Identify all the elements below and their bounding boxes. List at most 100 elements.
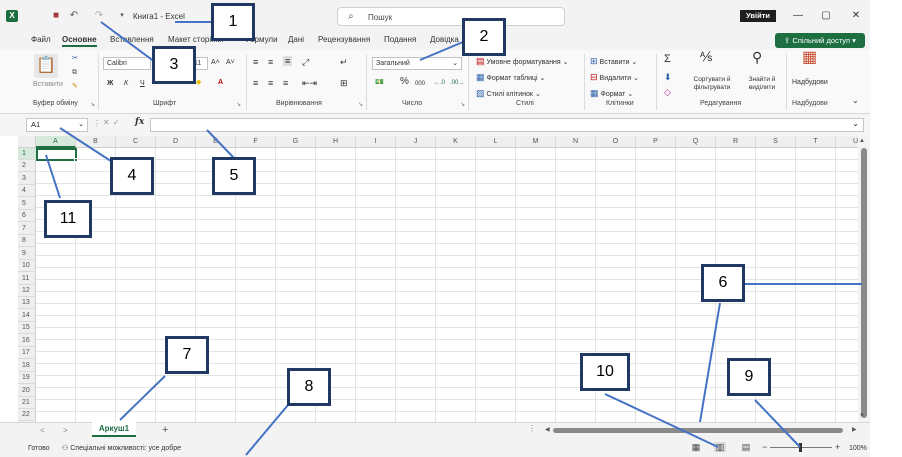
row-header[interactable]: 10 bbox=[18, 260, 36, 273]
increase-decimal-icon[interactable]: ←.0 bbox=[434, 78, 445, 88]
sort-filter-icon[interactable]: ⅍ bbox=[700, 50, 712, 63]
row-header[interactable]: 12 bbox=[18, 285, 36, 297]
align-right-icon[interactable]: ≡ bbox=[283, 78, 288, 88]
horizontal-scroll-thumb[interactable] bbox=[553, 428, 843, 433]
sign-in-button[interactable]: Увійти bbox=[740, 10, 776, 22]
column-header[interactable]: A bbox=[36, 136, 76, 148]
zoom-slider-thumb[interactable] bbox=[799, 443, 802, 452]
orientation-icon[interactable]: ⤢ bbox=[302, 57, 309, 67]
alignment-launcher-icon[interactable]: ↘ bbox=[358, 100, 363, 110]
undo-icon[interactable]: ↶ bbox=[68, 10, 80, 22]
format-painter-icon[interactable]: ✎ bbox=[72, 82, 78, 92]
align-center-icon[interactable]: ≡ bbox=[268, 78, 273, 88]
column-header[interactable]: O bbox=[596, 136, 636, 148]
comma-style-icon[interactable]: 000 bbox=[415, 79, 425, 89]
insert-cells-button[interactable]: ⊞ Вставити ⌄ bbox=[590, 56, 637, 68]
cut-icon[interactable]: ✂ bbox=[72, 54, 78, 64]
row-header[interactable]: 8 bbox=[18, 235, 36, 248]
bold-button[interactable]: Ж bbox=[107, 79, 113, 89]
formula-input[interactable]: ⌄ bbox=[150, 118, 864, 132]
addins-icon[interactable]: ▦ bbox=[802, 50, 817, 66]
fill-icon[interactable]: ⬇ bbox=[664, 72, 672, 82]
tab-file[interactable]: Файл bbox=[31, 35, 51, 44]
cancel-enter-icons[interactable]: ✕✓ bbox=[103, 118, 122, 127]
customize-qat-icon[interactable]: ▾ bbox=[116, 10, 128, 22]
delete-cells-button[interactable]: ⊟ Видалити ⌄ bbox=[590, 72, 639, 84]
vertical-scroll-thumb[interactable] bbox=[861, 148, 867, 418]
row-header[interactable]: 13 bbox=[18, 297, 36, 310]
close-button[interactable]: ✕ bbox=[849, 9, 863, 23]
select-all-corner[interactable] bbox=[18, 136, 36, 148]
row-header[interactable]: 5 bbox=[18, 198, 36, 210]
accounting-icon[interactable]: 💵 bbox=[375, 78, 384, 88]
find-select-label[interactable]: Знайти й виділити bbox=[740, 76, 784, 92]
merge-icon[interactable]: ⊞ bbox=[340, 78, 348, 88]
insert-function-icon[interactable]: fx bbox=[135, 117, 144, 127]
row-header[interactable]: 18 bbox=[18, 360, 36, 372]
sheet-tab[interactable]: Аркуш1 bbox=[92, 422, 136, 437]
row-header[interactable]: 3 bbox=[18, 173, 36, 185]
format-as-table-button[interactable]: ▦ Формат таблиці ⌄ bbox=[476, 72, 545, 84]
scroll-up-icon[interactable]: ▲ bbox=[859, 138, 865, 144]
column-header[interactable]: D bbox=[156, 136, 196, 148]
row-header[interactable]: 7 bbox=[18, 223, 36, 235]
underline-button[interactable]: Ч bbox=[140, 79, 145, 89]
indent-icon[interactable]: ⇤⇥ bbox=[302, 78, 317, 88]
sort-filter-label[interactable]: Сортувати й фільтрувати bbox=[688, 76, 736, 92]
page-layout-view-icon[interactable]: ▥ bbox=[714, 442, 726, 452]
number-format-box[interactable]: Загальний ⌄ bbox=[372, 57, 462, 70]
column-header[interactable]: M bbox=[516, 136, 556, 148]
align-top-icon[interactable]: ≡ bbox=[253, 57, 258, 67]
page-break-view-icon[interactable]: ▤ bbox=[740, 442, 752, 452]
tab-view[interactable]: Подання bbox=[384, 35, 416, 44]
increase-font-icon[interactable]: A˄ bbox=[211, 58, 220, 68]
column-header[interactable]: I bbox=[356, 136, 396, 148]
sheet-next-button[interactable]: > bbox=[63, 426, 68, 435]
share-button[interactable]: ⇪ Спільний доступ ▾ bbox=[775, 33, 865, 48]
column-header[interactable]: Q bbox=[676, 136, 716, 148]
row-header[interactable]: 9 bbox=[18, 248, 36, 260]
tab-data[interactable]: Дані bbox=[288, 35, 304, 44]
column-header[interactable]: H bbox=[316, 136, 356, 148]
column-header[interactable]: G bbox=[276, 136, 316, 148]
copy-icon[interactable]: ⧉ bbox=[72, 68, 77, 78]
zoom-in-button[interactable]: + bbox=[835, 442, 840, 452]
column-header[interactable]: C bbox=[116, 136, 156, 148]
expand-formula-icon[interactable]: ⌄ bbox=[852, 119, 859, 128]
row-header[interactable]: 17 bbox=[18, 347, 36, 360]
column-header[interactable]: T bbox=[796, 136, 836, 148]
column-header[interactable]: B bbox=[76, 136, 116, 148]
number-launcher-icon[interactable]: ↘ bbox=[460, 100, 465, 110]
paste-icon[interactable]: 📋 bbox=[34, 54, 58, 78]
align-left-icon[interactable]: ≡ bbox=[253, 78, 258, 88]
fill-handle[interactable] bbox=[74, 158, 78, 162]
tab-insert[interactable]: Вставлення bbox=[110, 35, 154, 44]
search-box[interactable]: ⌕ Пошук bbox=[337, 7, 565, 26]
sheet-prev-button[interactable]: < bbox=[40, 426, 45, 435]
column-header[interactable]: R bbox=[716, 136, 756, 148]
column-header[interactable]: N bbox=[556, 136, 596, 148]
row-header[interactable]: 2 bbox=[18, 160, 36, 173]
zoom-out-button[interactable]: − bbox=[762, 442, 767, 452]
column-header[interactable]: E bbox=[196, 136, 236, 148]
font-launcher-icon[interactable]: ↘ bbox=[236, 100, 241, 110]
column-header[interactable]: F bbox=[236, 136, 276, 148]
addins-button[interactable]: Надбудови bbox=[792, 78, 828, 88]
row-header[interactable]: 11 bbox=[18, 273, 36, 285]
collapse-ribbon-icon[interactable]: ⌄ bbox=[852, 96, 859, 106]
row-header[interactable]: 14 bbox=[18, 310, 36, 322]
row-header[interactable]: 19 bbox=[18, 372, 36, 385]
decrease-font-icon[interactable]: A˅ bbox=[226, 58, 235, 68]
font-color-icon[interactable]: A bbox=[218, 78, 223, 88]
find-select-icon[interactable]: ⚲ bbox=[752, 50, 762, 64]
align-bottom-icon[interactable]: ≡ bbox=[283, 56, 293, 66]
chevron-down-icon[interactable]: ⌄ bbox=[78, 119, 84, 131]
redo-icon[interactable]: ↷ bbox=[93, 10, 105, 22]
column-header[interactable]: K bbox=[436, 136, 476, 148]
column-header[interactable]: P bbox=[636, 136, 676, 148]
conditional-formatting-button[interactable]: ▤ Умовне форматування ⌄ bbox=[476, 56, 569, 68]
italic-button[interactable]: К bbox=[124, 79, 128, 89]
clear-icon[interactable]: ◇ bbox=[664, 87, 671, 97]
autosum-icon[interactable]: Σ bbox=[664, 54, 671, 65]
column-header[interactable]: J bbox=[396, 136, 436, 148]
